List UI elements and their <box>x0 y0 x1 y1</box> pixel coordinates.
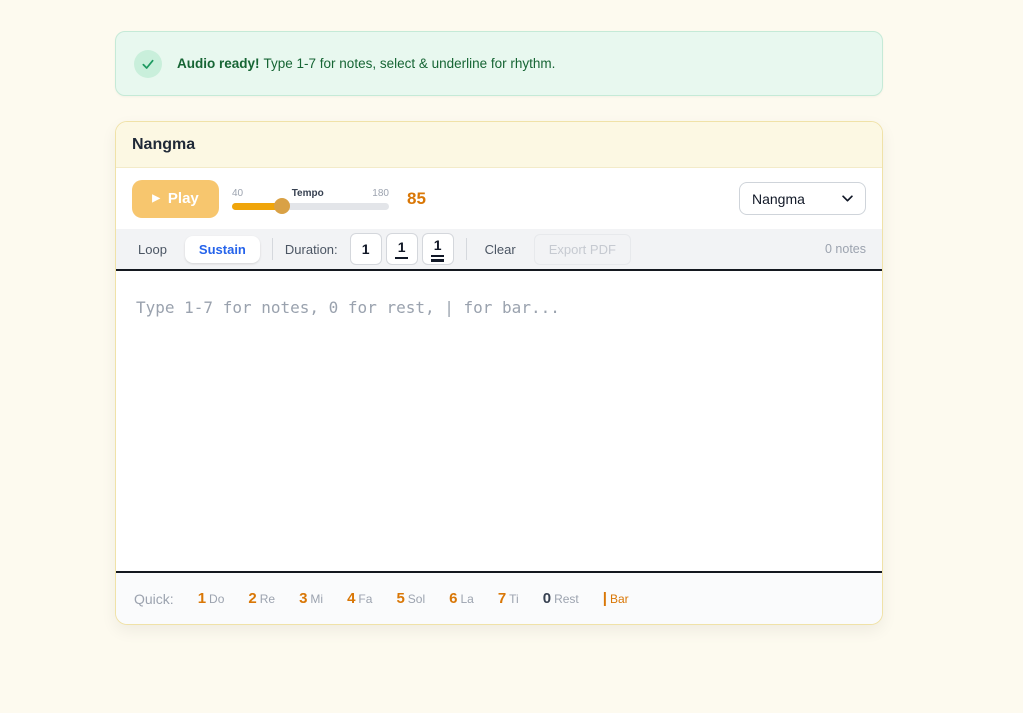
quick-note-key: 0 <box>543 590 551 607</box>
duration-button[interactable]: 1 <box>386 233 418 265</box>
tempo-label: Tempo <box>292 188 324 199</box>
banner-title: Audio ready! <box>177 56 260 71</box>
quick-note-key: 6 <box>449 590 457 607</box>
quick-note-key: 3 <box>299 590 307 607</box>
duration-button[interactable]: 1 <box>422 233 454 265</box>
duration-underline <box>395 257 408 260</box>
play-button[interactable]: ▶ Play <box>132 180 219 218</box>
quick-note-name: Sol <box>408 592 425 606</box>
duration-underline <box>431 255 444 258</box>
quick-note-button[interactable]: 0Rest <box>543 590 579 607</box>
preset-select[interactable]: Nangma <box>739 182 866 215</box>
sustain-button[interactable]: Sustain <box>185 236 260 263</box>
divider <box>466 238 467 260</box>
check-icon <box>134 50 162 78</box>
quick-note-key: | <box>603 590 607 607</box>
duration-label: Duration: <box>285 242 338 257</box>
quick-note-button[interactable]: 5 Sol <box>396 590 425 607</box>
quick-note-button[interactable]: 7Ti <box>498 590 519 607</box>
loop-button[interactable]: Loop <box>132 238 173 261</box>
card-title: Nangma <box>132 136 195 154</box>
quick-note-name: Do <box>209 592 224 606</box>
quick-note-name: Re <box>260 592 275 606</box>
duration-button[interactable]: 1 <box>350 233 382 265</box>
notes-count: 0 notes <box>825 242 866 256</box>
audio-ready-banner: Audio ready! Type 1-7 for notes, select &… <box>115 31 883 96</box>
quick-note-name: Bar <box>610 592 629 606</box>
play-button-label: Play <box>168 190 199 207</box>
tempo-slider-thumb[interactable] <box>274 198 290 214</box>
tempo-value: 85 <box>407 189 426 209</box>
quick-note-button[interactable]: 2 Re <box>248 590 275 607</box>
clear-button[interactable]: Clear <box>479 238 522 261</box>
quick-note-button[interactable]: 3Mi <box>299 590 323 607</box>
page-content: Audio ready! Type 1-7 for notes, select &… <box>115 31 883 625</box>
quick-note-name: Rest <box>554 592 579 606</box>
quick-note-button[interactable]: 6La <box>449 590 474 607</box>
banner-message: Type 1-7 for notes, select & underline f… <box>264 56 556 71</box>
duration-underline <box>431 259 444 262</box>
duration-buttons: 1 1 1 <box>350 233 454 265</box>
quick-note-key: 4 <box>347 590 355 607</box>
quick-note-key: 5 <box>396 590 404 607</box>
quick-bar-label: Quick: <box>134 591 174 607</box>
tempo-slider[interactable] <box>232 203 389 210</box>
quick-note-key: 1 <box>198 590 206 607</box>
quick-note-name: Fa <box>358 592 372 606</box>
duration-number: 1 <box>362 241 370 257</box>
quick-bar: Quick: 1Do 2 Re 3Mi 4Fa 5 Sol 6La 7Ti 0Rest |Bar <box>116 573 882 624</box>
duration-number: 1 <box>398 239 406 255</box>
editor-area <box>116 269 882 573</box>
preset-select-value: Nangma <box>752 191 805 207</box>
quick-note-button[interactable]: 1Do <box>198 590 225 607</box>
playback-toolbar: ▶ Play 40 Tempo 180 85 Nangma <box>116 168 882 229</box>
quick-note-name: La <box>460 592 473 606</box>
notation-editor[interactable] <box>116 271 882 571</box>
tempo-slider-group: 40 Tempo 180 <box>232 188 389 210</box>
duration-number: 1 <box>434 237 442 253</box>
quick-note-name: Ti <box>509 592 519 606</box>
quick-note-name: Mi <box>310 592 323 606</box>
notation-card: Nangma ▶ Play 40 Tempo 180 85 <box>115 121 883 625</box>
options-toolbar: Loop Sustain Duration: 1 1 1 Clear Export … <box>116 229 882 269</box>
quick-note-key: 7 <box>498 590 506 607</box>
play-icon: ▶ <box>152 194 160 204</box>
export-pdf-button[interactable]: Export PDF <box>534 234 631 265</box>
quick-note-button[interactable]: |Bar <box>603 590 629 607</box>
tempo-max-label: 180 <box>372 188 389 199</box>
tempo-labels: 40 Tempo 180 <box>232 188 389 199</box>
card-header: Nangma <box>116 122 882 168</box>
quick-note-button[interactable]: 4Fa <box>347 590 372 607</box>
chevron-down-icon <box>842 195 853 202</box>
quick-note-key: 2 <box>248 590 256 607</box>
tempo-min-label: 40 <box>232 188 243 199</box>
divider <box>272 238 273 260</box>
banner-text: Audio ready! Type 1-7 for notes, select &… <box>177 56 555 71</box>
